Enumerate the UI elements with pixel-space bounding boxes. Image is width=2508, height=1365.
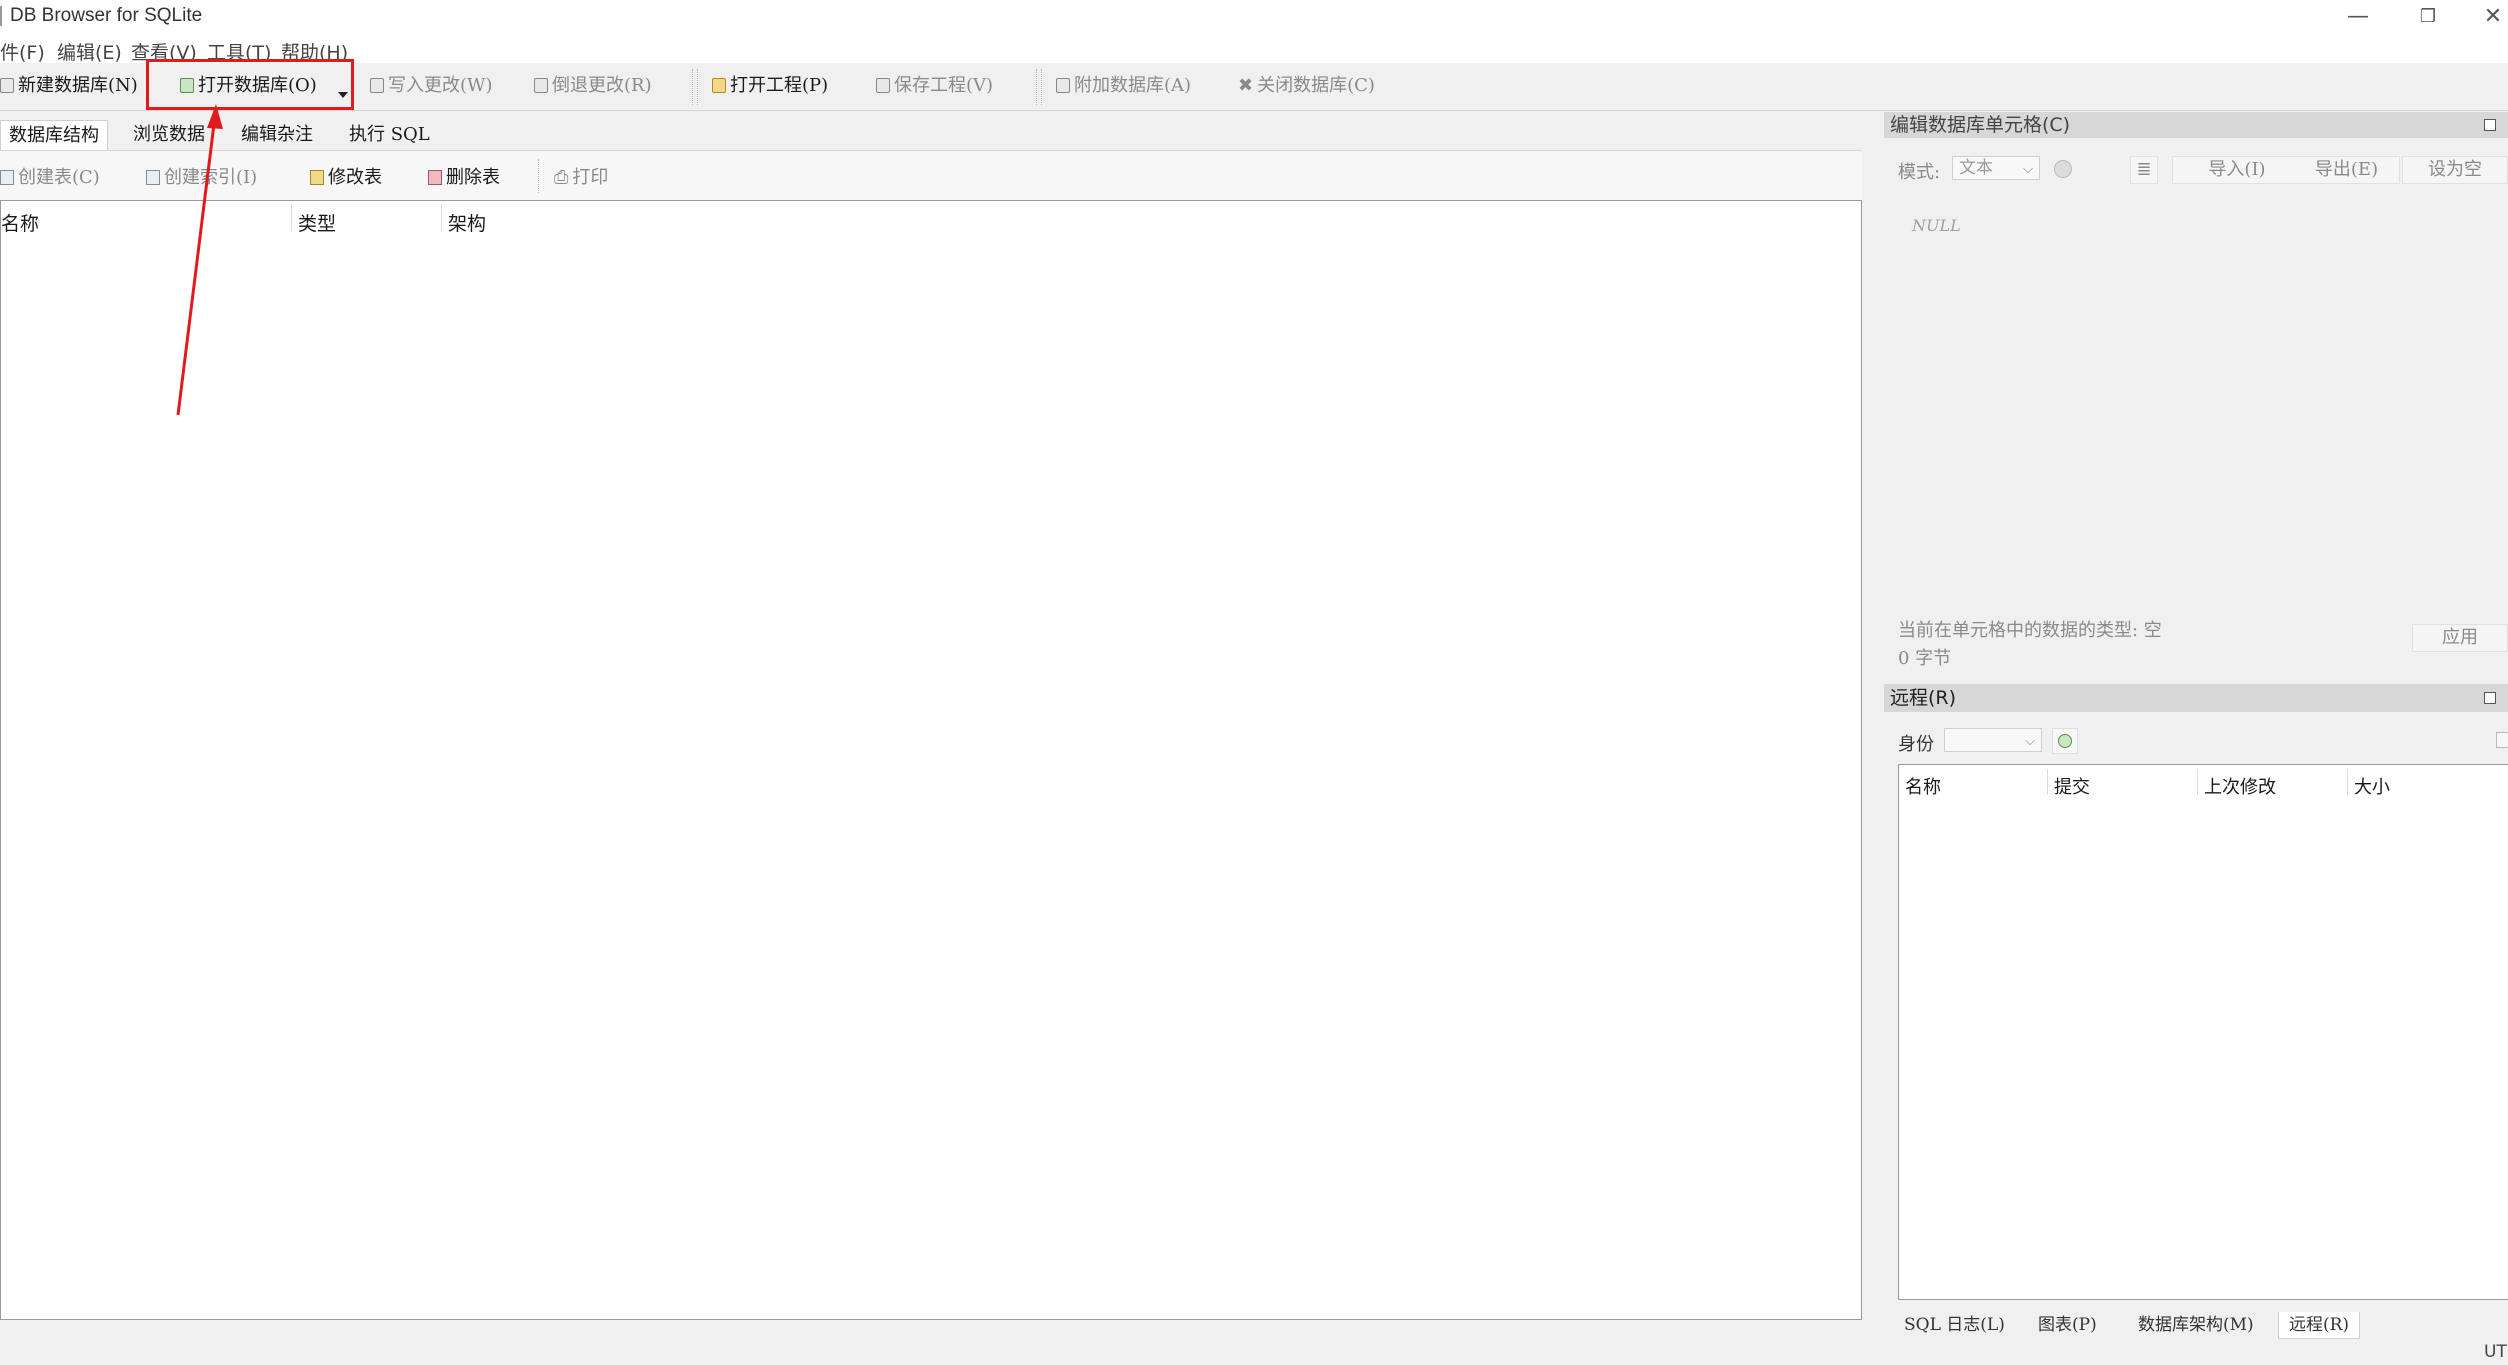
annotation-arrow bbox=[176, 104, 223, 416]
arrow-shaft bbox=[176, 123, 216, 416]
arrow-head bbox=[207, 104, 223, 129]
